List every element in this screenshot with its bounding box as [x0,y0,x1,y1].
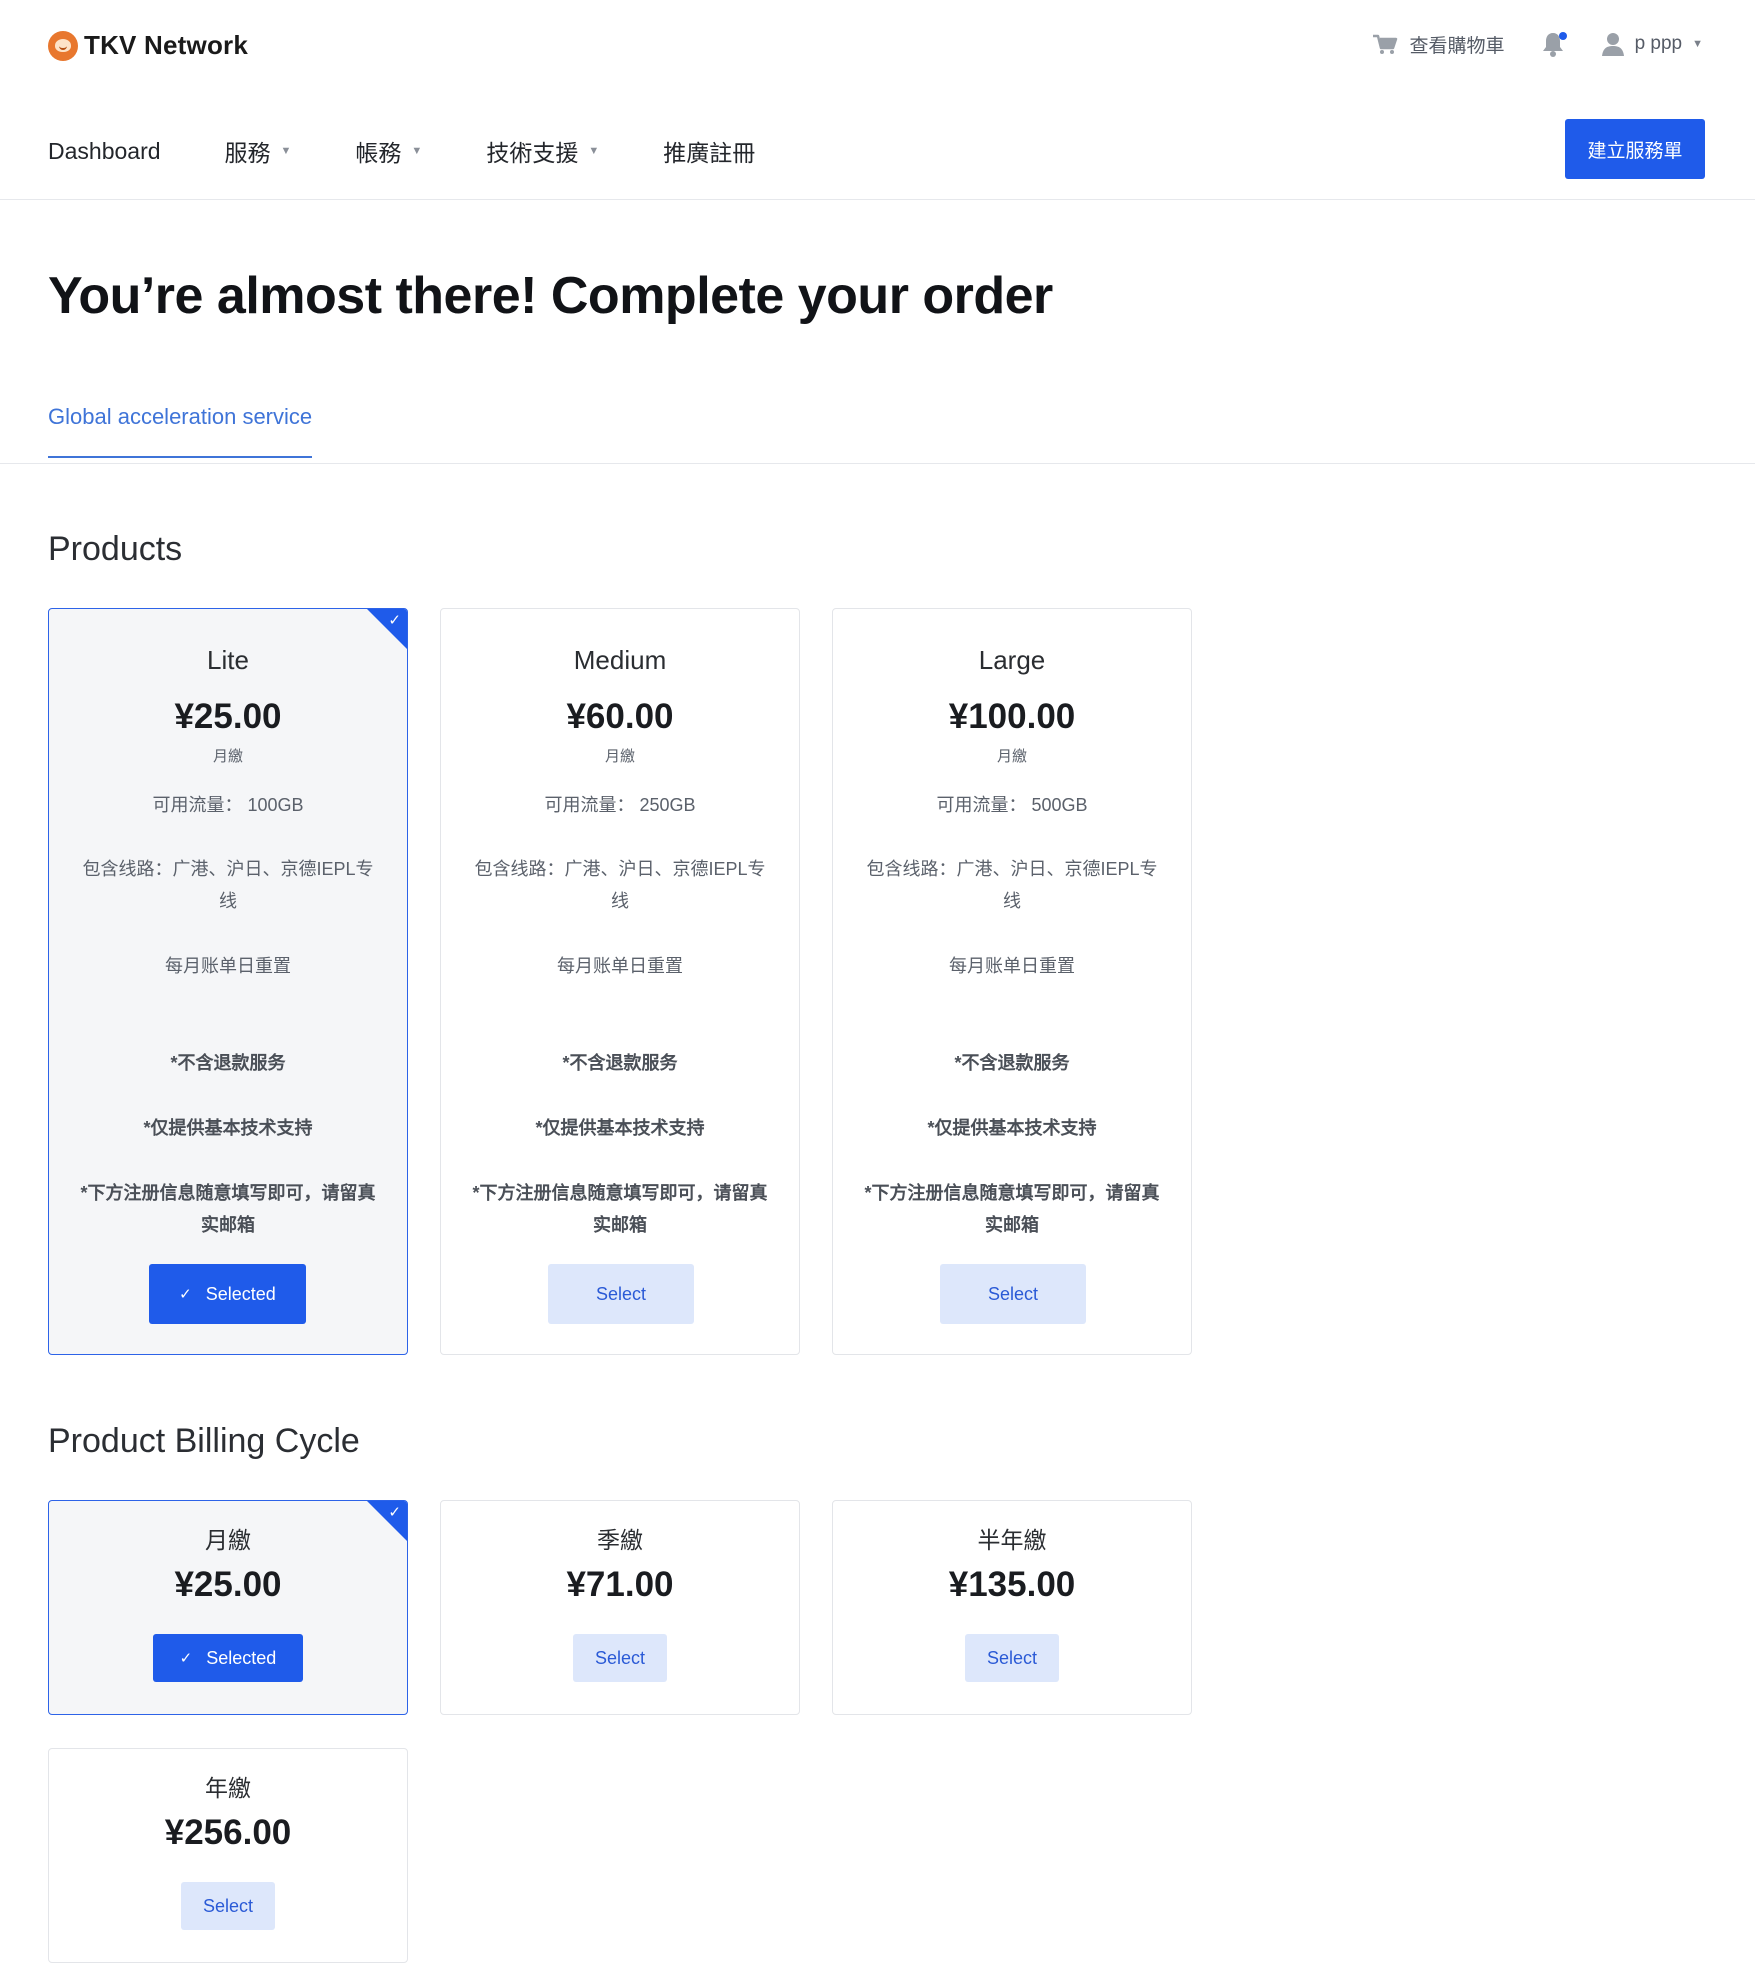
cart-icon [1372,34,1397,54]
nav-affiliates-label: 推廣註冊 [663,140,756,166]
billing-card-annual[interactable]: 年繳 ¥256.00 Select [48,1748,408,1963]
selected-button-label: Selected [205,1283,276,1304]
billing-price: ¥256.00 [164,1813,292,1852]
brand-logo[interactable]: TKV Network [48,30,248,61]
view-cart-link[interactable]: 查看購物車 [1372,31,1505,58]
product-note-email: *下方注册信息随意填写即可，请留真实邮箱 [864,1183,1160,1235]
selected-button-label: Selected [206,1647,277,1668]
brand-name: TKV Network [84,30,249,60]
main-nav: Dashboard 服務 ▼ 帳務 ▼ 技術支援 ▼ 推廣註冊 建立服務單 [0,96,1755,200]
select-button[interactable]: Select [181,1882,275,1930]
billing-name: 月繳 [205,1527,251,1553]
product-cycle: 月繳 [212,748,243,765]
nav-dashboard[interactable]: Dashboard [48,134,161,168]
product-card-large[interactable]: Large ¥100.00 月繳 可用流量： 500GB 包含线路：广港、沪日、… [832,608,1192,1355]
product-note-support: *仅提供基本技术支持 [143,1118,313,1138]
billing-price: ¥71.00 [566,1565,674,1604]
selected-corner [367,609,407,649]
product-routes: 包含线路：广港、沪日、京德IEPL专线 [474,859,766,911]
check-icon: ✓ [388,612,401,629]
billing-name: 季繳 [597,1527,643,1553]
select-button[interactable]: Select [548,1264,694,1324]
billing-card-monthly[interactable]: ✓ 月繳 ¥25.00 ✓ Selected [48,1500,408,1715]
product-card-medium[interactable]: Medium ¥60.00 月繳 可用流量： 250GB 包含线路：广港、沪日、… [440,608,800,1355]
billing-price: ¥135.00 [948,1565,1076,1604]
top-right-actions: 查看購物車 p ppp ▼ [1372,30,1703,58]
billing-name: 半年繳 [977,1527,1047,1553]
notification-dot [1558,32,1567,40]
product-note-email: *下方注册信息随意填写即可，请留真实邮箱 [80,1183,376,1235]
nav-affiliates[interactable]: 推廣註冊 [663,134,755,168]
product-cycle: 月繳 [996,748,1027,765]
product-price: ¥100.00 [948,697,1076,736]
view-cart-label: 查看購物車 [1409,35,1505,57]
nav-billing[interactable]: 帳務 ▼ [355,134,422,168]
check-icon: ✓ [179,1650,193,1667]
select-button[interactable]: Select [965,1634,1059,1682]
product-note-email: *下方注册信息随意填写即可，请留真实邮箱 [472,1183,768,1235]
user-icon [1601,33,1624,56]
product-card-lite[interactable]: ✓ Lite ¥25.00 月繳 可用流量： 100GB 包含线路：广港、沪日、… [48,608,408,1355]
page-title: You’re almost there! Complete your order [48,267,1053,325]
nav-support[interactable]: 技術支援 ▼ [486,134,599,168]
billing-card-quarterly[interactable]: 季繳 ¥71.00 Select [440,1500,800,1715]
product-routes: 包含线路：广港、沪日、京德IEPL专线 [866,859,1158,911]
chevron-down-icon: ▼ [280,145,292,157]
category-tabs: Global acceleration service [0,398,1755,464]
billing-section-title: Product Billing Cycle [48,1422,360,1460]
tab-global-acceleration[interactable]: Global acceleration service [48,404,313,458]
product-note-refund: *不含退款服务 [562,1053,678,1073]
user-menu[interactable]: p ppp ▼ [1601,31,1703,57]
product-reset: 每月账单日重置 [949,956,1075,976]
product-name: Large [978,645,1046,675]
nav-dashboard-label: Dashboard [48,137,161,164]
selected-button[interactable]: ✓ Selected [153,1634,303,1682]
product-reset: 每月账单日重置 [165,956,291,976]
product-reset: 每月账单日重置 [557,956,683,976]
billing-price: ¥25.00 [174,1565,282,1604]
lion-logo-icon [48,30,78,61]
notifications-button[interactable] [1541,30,1567,58]
user-name: p ppp [1634,33,1683,54]
product-traffic: 可用流量： 250GB [544,795,696,815]
billing-name: 年繳 [205,1775,251,1801]
check-icon: ✓ [388,1504,401,1521]
nav-support-label: 技術支援 [486,140,579,166]
product-cycle: 月繳 [604,748,635,765]
product-name: Lite [207,645,249,675]
product-price: ¥60.00 [566,697,674,736]
nav-billing-label: 帳務 [355,140,402,166]
product-traffic: 可用流量： 100GB [152,795,304,815]
open-ticket-button[interactable]: 建立服務單 [1565,119,1705,179]
nav-services[interactable]: 服務 ▼ [225,134,292,168]
nav-services-label: 服務 [224,140,271,166]
select-button[interactable]: Select [573,1634,667,1682]
product-routes: 包含线路：广港、沪日、京德IEPL专线 [82,859,374,911]
product-note-refund: *不含退款服务 [170,1053,286,1073]
chevron-down-icon: ▼ [411,145,423,157]
top-bar: TKV Network 查看購物車 p ppp ▼ [0,0,1755,96]
product-note-refund: *不含退款服务 [954,1053,1070,1073]
selected-button[interactable]: ✓ Selected [149,1264,306,1324]
product-name: Medium [573,645,667,675]
chevron-down-icon: ▼ [588,145,600,157]
billing-card-semiannual[interactable]: 半年繳 ¥135.00 Select [832,1500,1192,1715]
products-section-title: Products [48,530,183,568]
check-icon: ✓ [179,1286,192,1303]
product-price: ¥25.00 [174,697,282,736]
product-traffic: 可用流量： 500GB [936,795,1088,815]
product-note-support: *仅提供基本技术支持 [927,1118,1097,1138]
product-note-support: *仅提供基本技术支持 [535,1118,705,1138]
chevron-down-icon: ▼ [1692,38,1703,50]
select-button[interactable]: Select [940,1264,1086,1324]
